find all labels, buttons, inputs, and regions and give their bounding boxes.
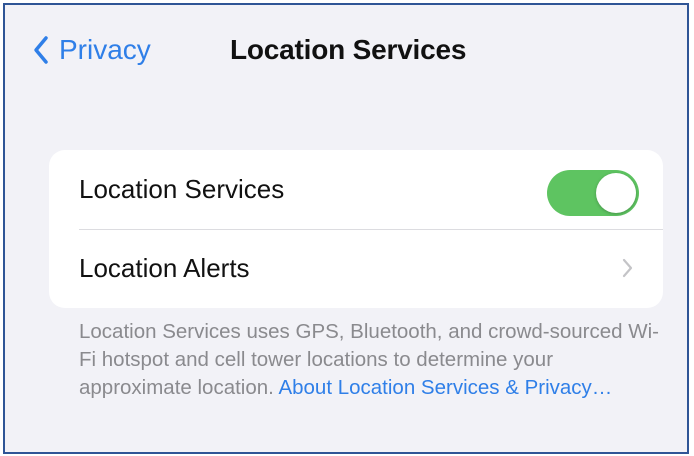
chevron-right-icon xyxy=(622,258,633,278)
navigation-bar: Privacy Location Services xyxy=(5,5,687,95)
location-services-toggle[interactable] xyxy=(547,170,639,216)
settings-group: Location Services Location Alerts xyxy=(49,150,663,308)
location-services-row[interactable]: Location Services xyxy=(49,150,663,229)
chevron-left-icon xyxy=(33,35,49,65)
location-services-description: Location Services uses GPS, Bluetooth, a… xyxy=(79,318,659,402)
location-services-label: Location Services xyxy=(79,174,285,204)
page-title: Location Services xyxy=(230,34,467,65)
settings-screen: Privacy Location Services Location Servi… xyxy=(3,3,689,454)
location-alerts-label: Location Alerts xyxy=(79,253,250,283)
location-alerts-row[interactable]: Location Alerts xyxy=(49,229,663,308)
back-label: Privacy xyxy=(59,34,151,65)
toggle-knob xyxy=(596,173,636,213)
about-privacy-link[interactable]: About Location Services & Privacy… xyxy=(278,376,612,399)
back-button[interactable]: Privacy xyxy=(33,27,151,73)
